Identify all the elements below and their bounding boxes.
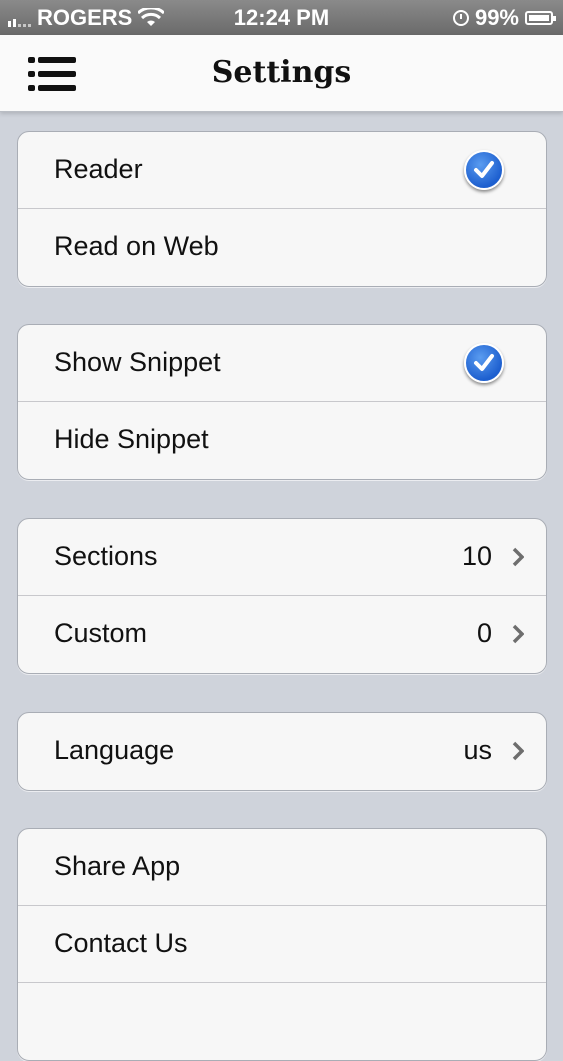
row-label: Contact Us <box>54 928 188 958</box>
row-label: Show Snippet <box>54 347 221 377</box>
partial-row[interactable] <box>18 983 546 1060</box>
language-group: Language us <box>17 712 547 791</box>
chevron-right-icon <box>512 624 524 644</box>
reader-row[interactable]: Reader <box>18 132 546 209</box>
snippet-group: Show Snippet Hide Snippet <box>17 324 547 480</box>
custom-row[interactable]: Custom 0 <box>18 596 546 673</box>
reader-mode-group: Reader Read on Web <box>17 131 547 287</box>
chevron-right-icon <box>512 547 524 567</box>
row-label: Language <box>54 735 175 765</box>
page-title: Settings <box>211 55 352 90</box>
battery-percent: 99% <box>474 5 519 30</box>
sections-row[interactable]: Sections 10 <box>18 519 546 596</box>
row-label: Read on Web <box>54 231 219 261</box>
checkmark-icon <box>464 150 504 190</box>
battery-charging-icon <box>525 11 556 25</box>
row-value: 0 <box>476 618 492 648</box>
row-label: Hide Snippet <box>54 424 209 454</box>
row-value: us <box>463 735 492 765</box>
checkmark-icon <box>464 343 504 383</box>
row-label: Share App <box>54 851 181 881</box>
navigation-bar: Settings <box>0 35 563 112</box>
row-label: Reader <box>54 154 143 184</box>
read-on-web-row[interactable]: Read on Web <box>18 209 546 286</box>
hide-snippet-row[interactable]: Hide Snippet <box>18 402 546 479</box>
chevron-right-icon <box>512 741 524 761</box>
row-value: 10 <box>461 541 492 571</box>
clock-icon <box>452 10 469 26</box>
share-app-row[interactable]: Share App <box>18 829 546 906</box>
contact-us-row[interactable]: Contact Us <box>18 906 546 983</box>
row-label: Custom <box>54 618 148 648</box>
status-bar: ROGERS 12:24 PM 99% <box>0 0 563 35</box>
language-row[interactable]: Language us <box>18 713 546 790</box>
sections-group: Sections 10 Custom 0 <box>17 518 547 674</box>
row-label: Sections <box>54 541 158 571</box>
app-actions-group: Share App Contact Us <box>17 828 547 1061</box>
show-snippet-row[interactable]: Show Snippet <box>18 325 546 402</box>
